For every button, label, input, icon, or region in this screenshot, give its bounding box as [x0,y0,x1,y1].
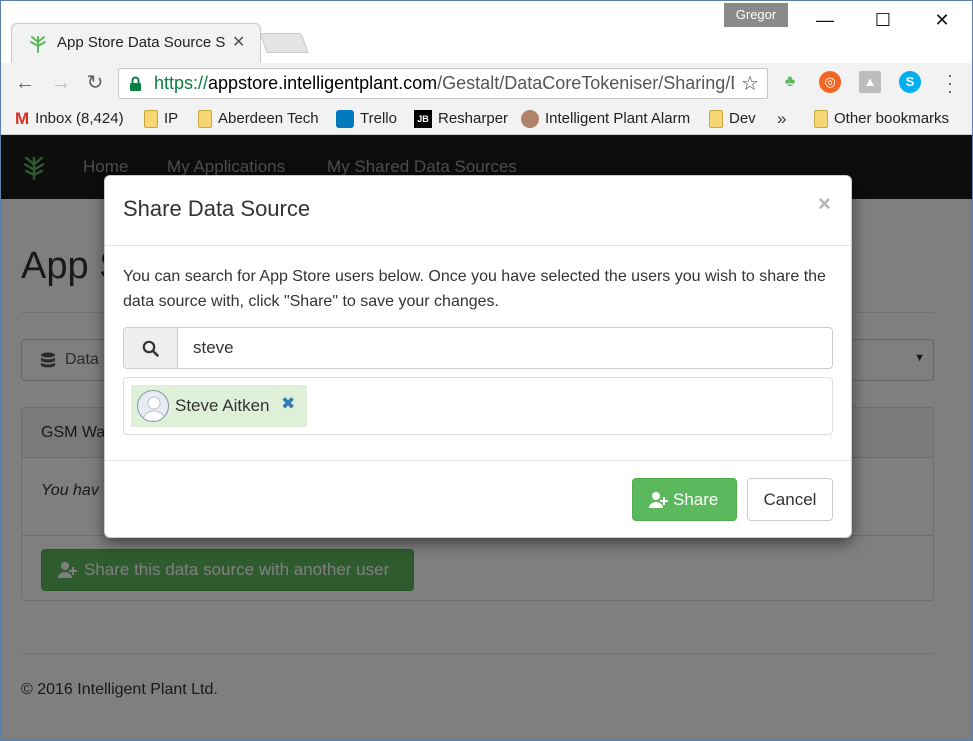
bookmark-label: Trello [360,110,397,127]
browser-tab[interactable]: App Store Data Source Sh ✕ [11,23,261,63]
browser-toolbar: ← → ↻ https://appstore.intelligentplant.… [1,63,972,103]
cancel-button[interactable]: Cancel [747,478,833,521]
forward-arrow-icon[interactable]: → [49,71,73,95]
avatar [137,390,169,422]
bookmark-label: IP [164,110,179,127]
bookmark-other[interactable]: Other bookmarks [814,107,949,131]
drive-extension-icon[interactable]: ▲ [859,71,881,93]
close-window-icon[interactable]: ✕ [919,5,965,35]
user-avatar-icon [142,396,166,421]
folder-icon [709,110,723,129]
bookmark-resharper[interactable]: JB Resharper [414,107,508,131]
folder-icon [144,110,158,129]
modal-footer-divider [105,460,851,461]
browser-window: App Store Data Source Sh ✕ Gregor — ☐ ✕ … [0,0,973,741]
title-bar: App Store Data Source Sh ✕ Gregor — ☐ ✕ [1,1,972,63]
bookmarks-overflow-icon[interactable]: » [777,107,786,131]
gmail-icon: M [15,109,30,129]
address-bar[interactable]: https://appstore.intelligentplant.com/Ge… [118,68,768,99]
share-button[interactable]: Share [632,478,737,521]
url-text: https://appstore.intelligentplant.com/Ge… [154,73,734,94]
modal-description: You can search for App Store users below… [123,268,826,310]
share-data-source-modal: Share Data Source × You can search for A… [104,175,852,538]
url-path: /Gestalt/DataCoreTokeniser/Sharing/D [437,73,734,93]
intelligent-plant-logo-icon [30,36,46,53]
bookmark-label: Dev [729,110,756,127]
bookmark-dev[interactable]: Dev [709,107,756,131]
selected-user-name: Steve Aitken [175,396,270,415]
browser-menu-icon[interactable]: · · · [944,66,956,100]
modal-title: Share Data Source [123,196,311,221]
new-tab-button[interactable] [259,33,309,53]
alarm-app-icon [521,110,539,129]
bookmark-aberdeen-tech[interactable]: Aberdeen Tech [198,107,319,131]
share-button-label: Share [673,490,719,509]
skype-extension-icon[interactable]: S [899,71,921,93]
tab-title: App Store Data Source Sh [57,34,225,51]
folder-icon [198,110,212,129]
bookmark-star-icon[interactable]: ☆ [741,71,759,96]
bookmark-label: Resharper [438,110,509,127]
bookmark-trello[interactable]: Trello [336,107,397,131]
bookmark-label: Aberdeen Tech [218,110,319,127]
selected-user-chip: Steve Aitken ✖ [131,385,307,427]
search-icon [142,340,159,357]
bookmarks-bar: M Inbox (8,424) IP Aberdeen Tech Trello J… [1,103,972,135]
remove-user-icon[interactable]: ✖ [281,394,295,414]
page: Home My Applications My Shared Data Sour… [1,135,972,740]
bookmark-ip[interactable]: IP [144,107,178,131]
trello-icon [336,110,354,129]
selected-users-box: Steve Aitken ✖ [123,377,833,435]
back-arrow-icon[interactable]: ← [13,71,37,95]
minimize-icon[interactable]: — [802,5,848,35]
profile-badge[interactable]: Gregor [724,3,788,27]
maximize-icon[interactable]: ☐ [860,5,906,35]
bookmark-intelligent-plant-alarm[interactable]: Intelligent Plant Alarm [521,107,693,131]
bookmark-label: Intelligent Plant Alarm [545,110,691,127]
bookmark-label: Inbox (8,424) [35,110,124,127]
folder-icon [814,110,828,129]
jetbrains-icon: JB [414,110,432,129]
user-search-group [123,327,833,369]
lock-icon [130,76,141,91]
tab-close-icon[interactable]: ✕ [232,32,245,52]
add-user-icon [649,492,668,508]
plant-extension-icon[interactable]: ♣ [779,71,801,93]
modal-header: Share Data Source × [105,176,851,246]
reload-icon[interactable]: ↻ [83,71,107,95]
user-search-input[interactable] [179,328,832,368]
bookmark-gmail[interactable]: M Inbox (8,424) [15,107,124,131]
search-button[interactable] [124,328,178,368]
url-host: appstore.intelligentplant.com [208,73,438,93]
bookmark-label: Other bookmarks [834,110,950,127]
lifebuoy-extension-icon[interactable]: ◎ [819,71,841,93]
close-icon[interactable]: × [818,191,831,217]
url-scheme: https:// [154,73,209,93]
